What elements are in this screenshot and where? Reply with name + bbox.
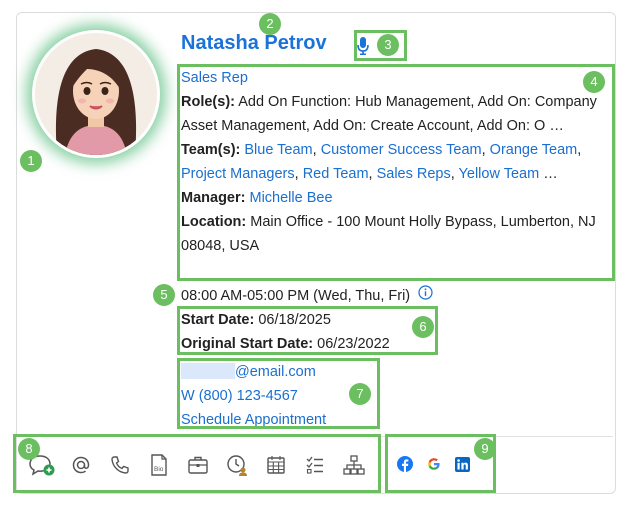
callout-badge: 7 bbox=[349, 383, 371, 405]
callout-badge: 1 bbox=[20, 150, 42, 172]
working-hours: 08:00 AM-05:00 PM (Wed, Thu, Fri) bbox=[181, 288, 411, 304]
avatar[interactable] bbox=[32, 30, 160, 158]
profile-name: Natasha Petrov bbox=[181, 32, 327, 54]
highlight-box-dates bbox=[177, 306, 438, 355]
highlight-box-actions bbox=[13, 434, 381, 493]
callout-badge: 2 bbox=[259, 13, 281, 35]
callout-badge: 3 bbox=[377, 34, 399, 56]
avatar-illustration bbox=[35, 33, 157, 155]
callout-badge: 6 bbox=[412, 316, 434, 338]
callout-badge: 8 bbox=[18, 438, 40, 460]
callout-badge: 4 bbox=[583, 71, 605, 93]
info-icon[interactable] bbox=[418, 284, 433, 308]
hours-line: 08:00 AM-05:00 PM (Wed, Thu, Fri) bbox=[181, 284, 481, 308]
highlight-box-details bbox=[177, 64, 615, 281]
callout-badge: 5 bbox=[153, 284, 175, 306]
callout-badge: 9 bbox=[474, 438, 496, 460]
